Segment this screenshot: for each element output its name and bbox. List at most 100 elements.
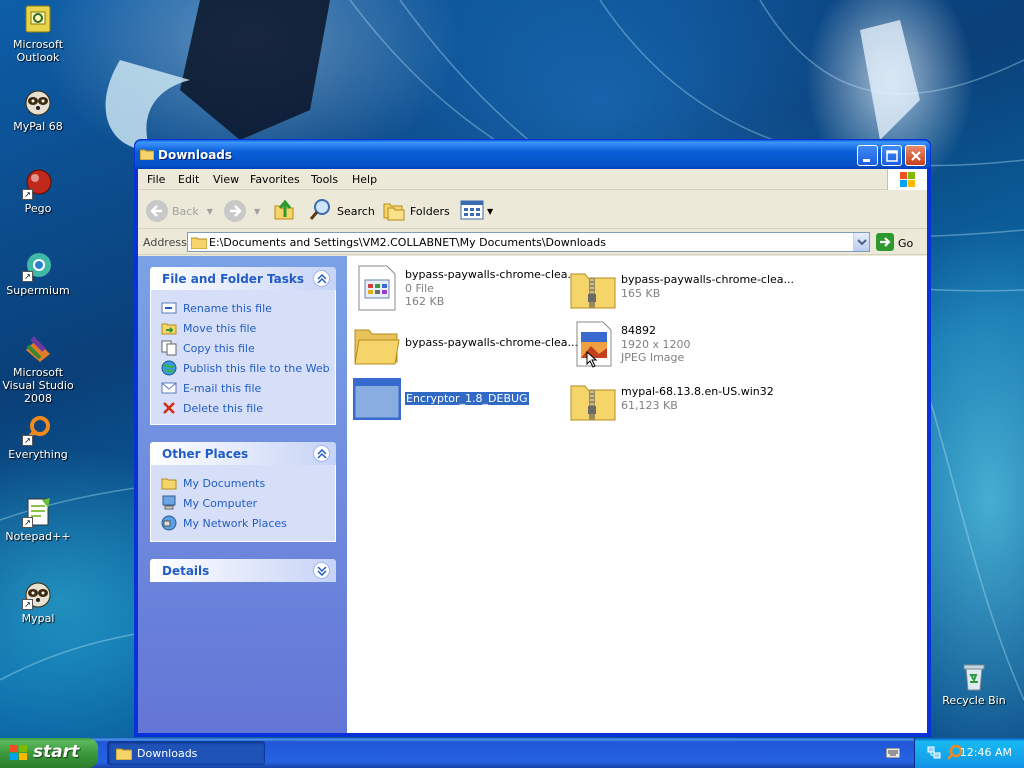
other-places-body: My Documents My Computer My Network Plac… (150, 465, 336, 542)
other-places-header[interactable]: Other Places (150, 442, 336, 465)
other-places-panel: Other Places My Documents My Computer My… (150, 442, 336, 542)
start-button[interactable]: start (0, 738, 98, 768)
my-computer-label: My Computer (183, 496, 258, 510)
desktop-icon-label: Microsoft Outlook (12, 38, 64, 64)
desktop-icon-visual-studio[interactable]: Microsoft Visual Studio 2008 (0, 332, 78, 405)
minimize-button[interactable] (857, 145, 878, 166)
windows-logo-icon (9, 744, 29, 767)
network-places-link[interactable]: My Network Places (161, 513, 335, 533)
folders-label: Folders (410, 204, 450, 218)
my-documents-link[interactable]: My Documents (161, 473, 335, 493)
desktop-icon-mypal68[interactable]: MyPal 68 (0, 86, 78, 133)
desktop-icon-pego[interactable]: ↗ Pego (0, 168, 78, 215)
file-meta: JPEG Image (621, 351, 685, 364)
other-places-title: Other Places (162, 447, 249, 461)
desktop-icon-supermium[interactable]: ↗ Supermium (0, 250, 78, 297)
folder-icon (353, 320, 401, 368)
desktop-icon-recycle-bin[interactable]: Recycle Bin (934, 660, 1014, 707)
rename-file-label: Rename this file (183, 301, 272, 315)
collapse-chevron-icon[interactable] (313, 270, 330, 287)
clock: 12:46 AM (959, 746, 1012, 759)
views-button[interactable]: ▼ (460, 199, 493, 223)
menu-view[interactable]: View (213, 173, 239, 186)
file-item[interactable]: bypass-paywalls-chrome-clea... 0 File 16… (353, 264, 578, 314)
views-icon (460, 200, 484, 223)
network-places-icon (161, 515, 177, 531)
file-meta: 61,123 KB (621, 399, 678, 412)
file-folder-tasks-body: Rename this file Move this file Copy thi… (150, 290, 336, 425)
email-file-label: E-mail this file (183, 381, 262, 395)
maximize-button[interactable] (881, 145, 902, 166)
menu-file[interactable]: File (147, 173, 165, 186)
copy-file-link[interactable]: Copy this file (161, 338, 335, 358)
file-item[interactable]: bypass-paywalls-chrome-clea... (353, 320, 578, 370)
file-meta: 0 File (405, 282, 434, 295)
rename-file-link[interactable]: Rename this file (161, 298, 335, 318)
window-body: File Edit View Favorites Tools Help Back… (138, 169, 927, 733)
desktop-icon-everything[interactable]: ↗ Everything (0, 414, 78, 461)
details-header[interactable]: Details (150, 559, 336, 582)
windows-logo-icon (887, 169, 927, 190)
address-dropdown-button[interactable] (853, 233, 869, 251)
go-label: Go (898, 237, 914, 250)
network-tray-icon[interactable] (927, 746, 941, 763)
back-button[interactable]: Back ▼ (146, 199, 213, 223)
file-folder-tasks-title: File and Folder Tasks (162, 272, 305, 286)
expand-chevron-icon[interactable] (313, 562, 330, 579)
up-folder-button[interactable] (272, 199, 296, 223)
system-tray: 12:46 AM (914, 738, 1024, 768)
details-panel: Details (150, 559, 336, 582)
address-input[interactable]: E:\Documents and Settings\VM2.COLLABNET\… (187, 232, 870, 252)
go-arrow-icon (876, 233, 894, 254)
forward-dropdown-icon[interactable]: ▼ (254, 207, 260, 216)
task-pane: File and Folder Tasks Rename this file M… (138, 256, 347, 733)
shortcut-arrow-icon: ↗ (22, 271, 33, 282)
menu-tools[interactable]: Tools (311, 173, 338, 186)
file-folder-tasks-panel: File and Folder Tasks Rename this file M… (150, 267, 336, 425)
forward-button[interactable]: ▼ (224, 199, 260, 223)
search-button[interactable]: Search (309, 198, 375, 225)
desktop-icon-mypal[interactable]: ↗ Mypal (0, 578, 78, 625)
publish-web-label: Publish this file to the Web (183, 361, 330, 375)
my-computer-link[interactable]: My Computer (161, 493, 335, 513)
file-item[interactable]: 84892 1920 x 1200 JPEG Image (569, 320, 779, 370)
delete-icon (161, 400, 177, 416)
keyboard-layout-icon[interactable] (885, 747, 901, 761)
file-name: bypass-paywalls-chrome-clea... (405, 336, 579, 349)
go-button[interactable]: Go (876, 233, 913, 254)
taskbar-item-label: Downloads (137, 747, 198, 760)
file-folder-tasks-header[interactable]: File and Folder Tasks (150, 267, 336, 290)
menu-favorites[interactable]: Favorites (250, 173, 300, 186)
email-icon (161, 380, 177, 396)
email-file-link[interactable]: E-mail this file (161, 378, 335, 398)
folder-icon (139, 148, 155, 161)
back-dropdown-icon[interactable]: ▼ (207, 207, 213, 216)
folders-button[interactable]: Folders (382, 199, 450, 223)
delete-file-link[interactable]: Delete this file (161, 398, 335, 418)
file-name: 84892 (621, 324, 656, 337)
desktop-icon-label: Pego (24, 202, 52, 215)
desktop-icon-outlook[interactable]: Microsoft Outlook (0, 4, 78, 64)
network-places-label: My Network Places (183, 516, 287, 530)
zip-folder-icon (569, 264, 617, 312)
search-icon (309, 198, 333, 225)
file-item[interactable]: Encryptor_1.8_DEBUG (353, 376, 563, 426)
desktop-icon-notepadpp[interactable]: ↗ Notepad++ (0, 496, 78, 543)
file-name: mypal-68.13.8.en-US.win32 (621, 385, 774, 398)
file-item[interactable]: mypal-68.13.8.en-US.win32 61,123 KB (569, 376, 779, 426)
publish-web-link[interactable]: Publish this file to the Web (161, 358, 335, 378)
menu-help[interactable]: Help (352, 173, 377, 186)
shortcut-arrow-icon: ↗ (22, 599, 33, 610)
window-titlebar[interactable]: Downloads (135, 140, 930, 169)
menu-edit[interactable]: Edit (178, 173, 199, 186)
application-icon (353, 376, 401, 424)
move-file-link[interactable]: Move this file (161, 318, 335, 338)
generic-file-icon (353, 264, 401, 312)
file-list-area[interactable]: bypass-paywalls-chrome-clea... 0 File 16… (347, 256, 927, 733)
close-button[interactable] (905, 145, 926, 166)
file-item[interactable]: bypass-paywalls-chrome-clea... 165 KB (569, 264, 794, 314)
collapse-chevron-icon[interactable] (313, 445, 330, 462)
taskbar-item-downloads[interactable]: Downloads (107, 741, 265, 765)
visual-studio-icon (22, 332, 54, 364)
zip-folder-icon (569, 376, 617, 424)
